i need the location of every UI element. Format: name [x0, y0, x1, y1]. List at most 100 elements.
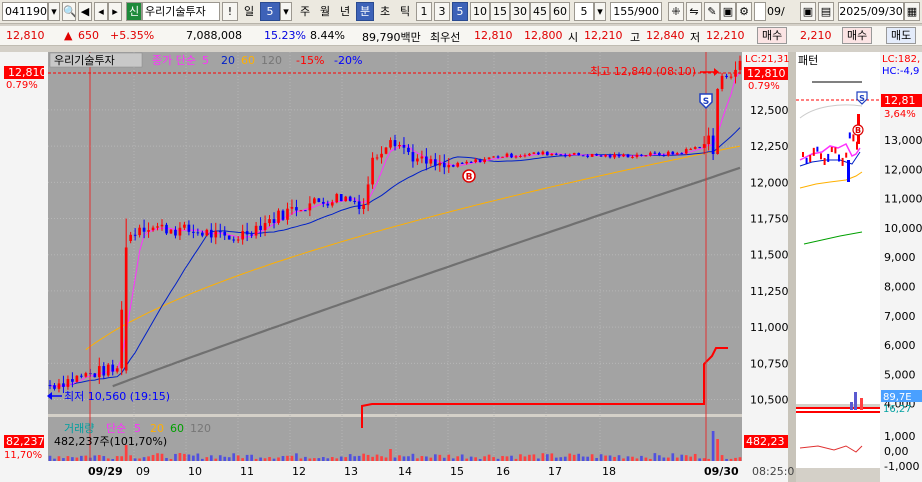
save2-icon[interactable]: ▣: [800, 2, 816, 21]
volume-bar: [586, 456, 589, 461]
interval-30[interactable]: 30: [510, 2, 530, 21]
gear-icon[interactable]: ⚙: [736, 2, 752, 21]
interval-input[interactable]: 5: [574, 2, 594, 21]
buy-button-2[interactable]: 매수: [842, 27, 873, 44]
volume-bar: [183, 453, 186, 461]
volume-bar: [353, 456, 357, 461]
volume-bar: [192, 455, 195, 461]
volume-bar: [689, 456, 693, 461]
alert-icon[interactable]: !: [222, 2, 238, 21]
candle-body: [227, 235, 231, 240]
checkbox[interactable]: [754, 2, 766, 21]
candle-body: [147, 230, 150, 232]
tab-month[interactable]: 월: [316, 2, 334, 21]
candle-body: [469, 161, 473, 163]
candle-body: [438, 162, 442, 166]
volume-legend-ma120: 120: [190, 422, 211, 435]
volume-bar: [389, 449, 392, 461]
left-price-pct: 0.79%: [6, 80, 38, 91]
sound-icon[interactable]: ◀: [78, 2, 92, 21]
price-chart[interactable]: B S 최고 12,840 (08:10) 최저 10,560 (19:15) …: [0, 48, 922, 482]
interval-dropdown-icon[interactable]: ▾: [594, 2, 606, 21]
volume-bar: [563, 456, 567, 461]
volume-bar: [263, 458, 267, 461]
interval-3[interactable]: 3: [434, 2, 450, 21]
low-label: 저: [690, 31, 701, 44]
candle-body: [393, 140, 397, 147]
volume-bar: [622, 458, 625, 461]
volume-bar: [501, 456, 504, 461]
tab-year[interactable]: 년: [336, 2, 354, 21]
buy-button[interactable]: 매수: [757, 27, 788, 44]
tab-minute[interactable]: 분: [356, 2, 374, 21]
search-icon[interactable]: 🔍: [62, 2, 76, 21]
candle-body: [348, 196, 352, 201]
volume-bar: [711, 431, 715, 461]
volume-bar: [465, 458, 469, 461]
volume-bar: [290, 455, 294, 461]
stock-code-input[interactable]: 041190: [2, 2, 48, 21]
save-icon[interactable]: ▣: [720, 2, 736, 21]
volume-bar: [362, 453, 365, 461]
interval-10[interactable]: 10: [470, 2, 490, 21]
period-select[interactable]: 5: [260, 2, 280, 21]
interval-45[interactable]: 45: [530, 2, 550, 21]
tab-tick[interactable]: 틱: [396, 2, 414, 21]
crosshair-icon[interactable]: ⁜: [668, 2, 684, 21]
tab-week[interactable]: 주: [296, 2, 314, 21]
candle-body: [402, 144, 406, 148]
candle-body: [254, 225, 258, 236]
volume-bar: [572, 454, 576, 461]
draw-icon[interactable]: ✎: [704, 2, 720, 21]
stock-name-field[interactable]: 우리기술투자: [142, 2, 220, 21]
candle-body: [487, 157, 491, 160]
bar-count-input[interactable]: 155/900: [610, 2, 662, 21]
volume-bar: [259, 457, 262, 461]
candle-body: [48, 385, 52, 387]
interval-60[interactable]: 60: [550, 2, 570, 21]
arrows-icon[interactable]: ⇋: [686, 2, 702, 21]
interval-15[interactable]: 15: [490, 2, 510, 21]
volume-bar: [335, 458, 339, 461]
volume-bar: [438, 454, 442, 461]
candle-body: [671, 151, 675, 155]
date-field[interactable]: 2025/09/30: [838, 2, 904, 21]
volume-bar: [729, 458, 733, 461]
volume-bar: [725, 458, 728, 461]
volume-bar: [218, 455, 222, 461]
candle-body: [353, 200, 357, 202]
next-icon[interactable]: ▸: [108, 2, 122, 21]
candle-body: [407, 147, 410, 153]
candle-body: [357, 201, 361, 209]
candle-body: [572, 152, 576, 155]
grid-icon[interactable]: ▤: [818, 2, 834, 21]
volume-bar: [613, 456, 616, 461]
candle-body: [720, 75, 724, 89]
interval-1[interactable]: 1: [416, 2, 432, 21]
candle-body: [429, 159, 433, 164]
volume-bar: [339, 456, 343, 461]
volume-bar: [227, 457, 231, 461]
volume-bar: [330, 457, 334, 461]
candle-body: [165, 224, 168, 234]
candle-body: [97, 366, 101, 378]
tab-second[interactable]: 초: [376, 2, 394, 21]
candle-body: [640, 154, 643, 156]
volume-bar: [407, 456, 410, 461]
volume-bar: [223, 456, 227, 461]
interval-5[interactable]: 5: [452, 2, 468, 21]
tab-day[interactable]: 일: [240, 2, 258, 21]
calendar-icon[interactable]: ▦: [904, 2, 920, 21]
volume-bar: [420, 456, 424, 461]
volume-pct-left: 11,70%: [4, 450, 42, 461]
up-arrow-icon: ▲: [64, 29, 73, 42]
code-dropdown-icon[interactable]: ▾: [48, 2, 60, 21]
candle-body: [599, 155, 603, 157]
prev-icon[interactable]: ◂: [94, 2, 108, 21]
volume-bar: [649, 458, 652, 461]
volume-bar: [317, 458, 321, 461]
period-dropdown-icon[interactable]: ▾: [280, 2, 292, 21]
sell-button[interactable]: 매도: [886, 27, 917, 44]
volume-bar: [133, 458, 137, 461]
ask-price: 12,810: [474, 29, 513, 42]
